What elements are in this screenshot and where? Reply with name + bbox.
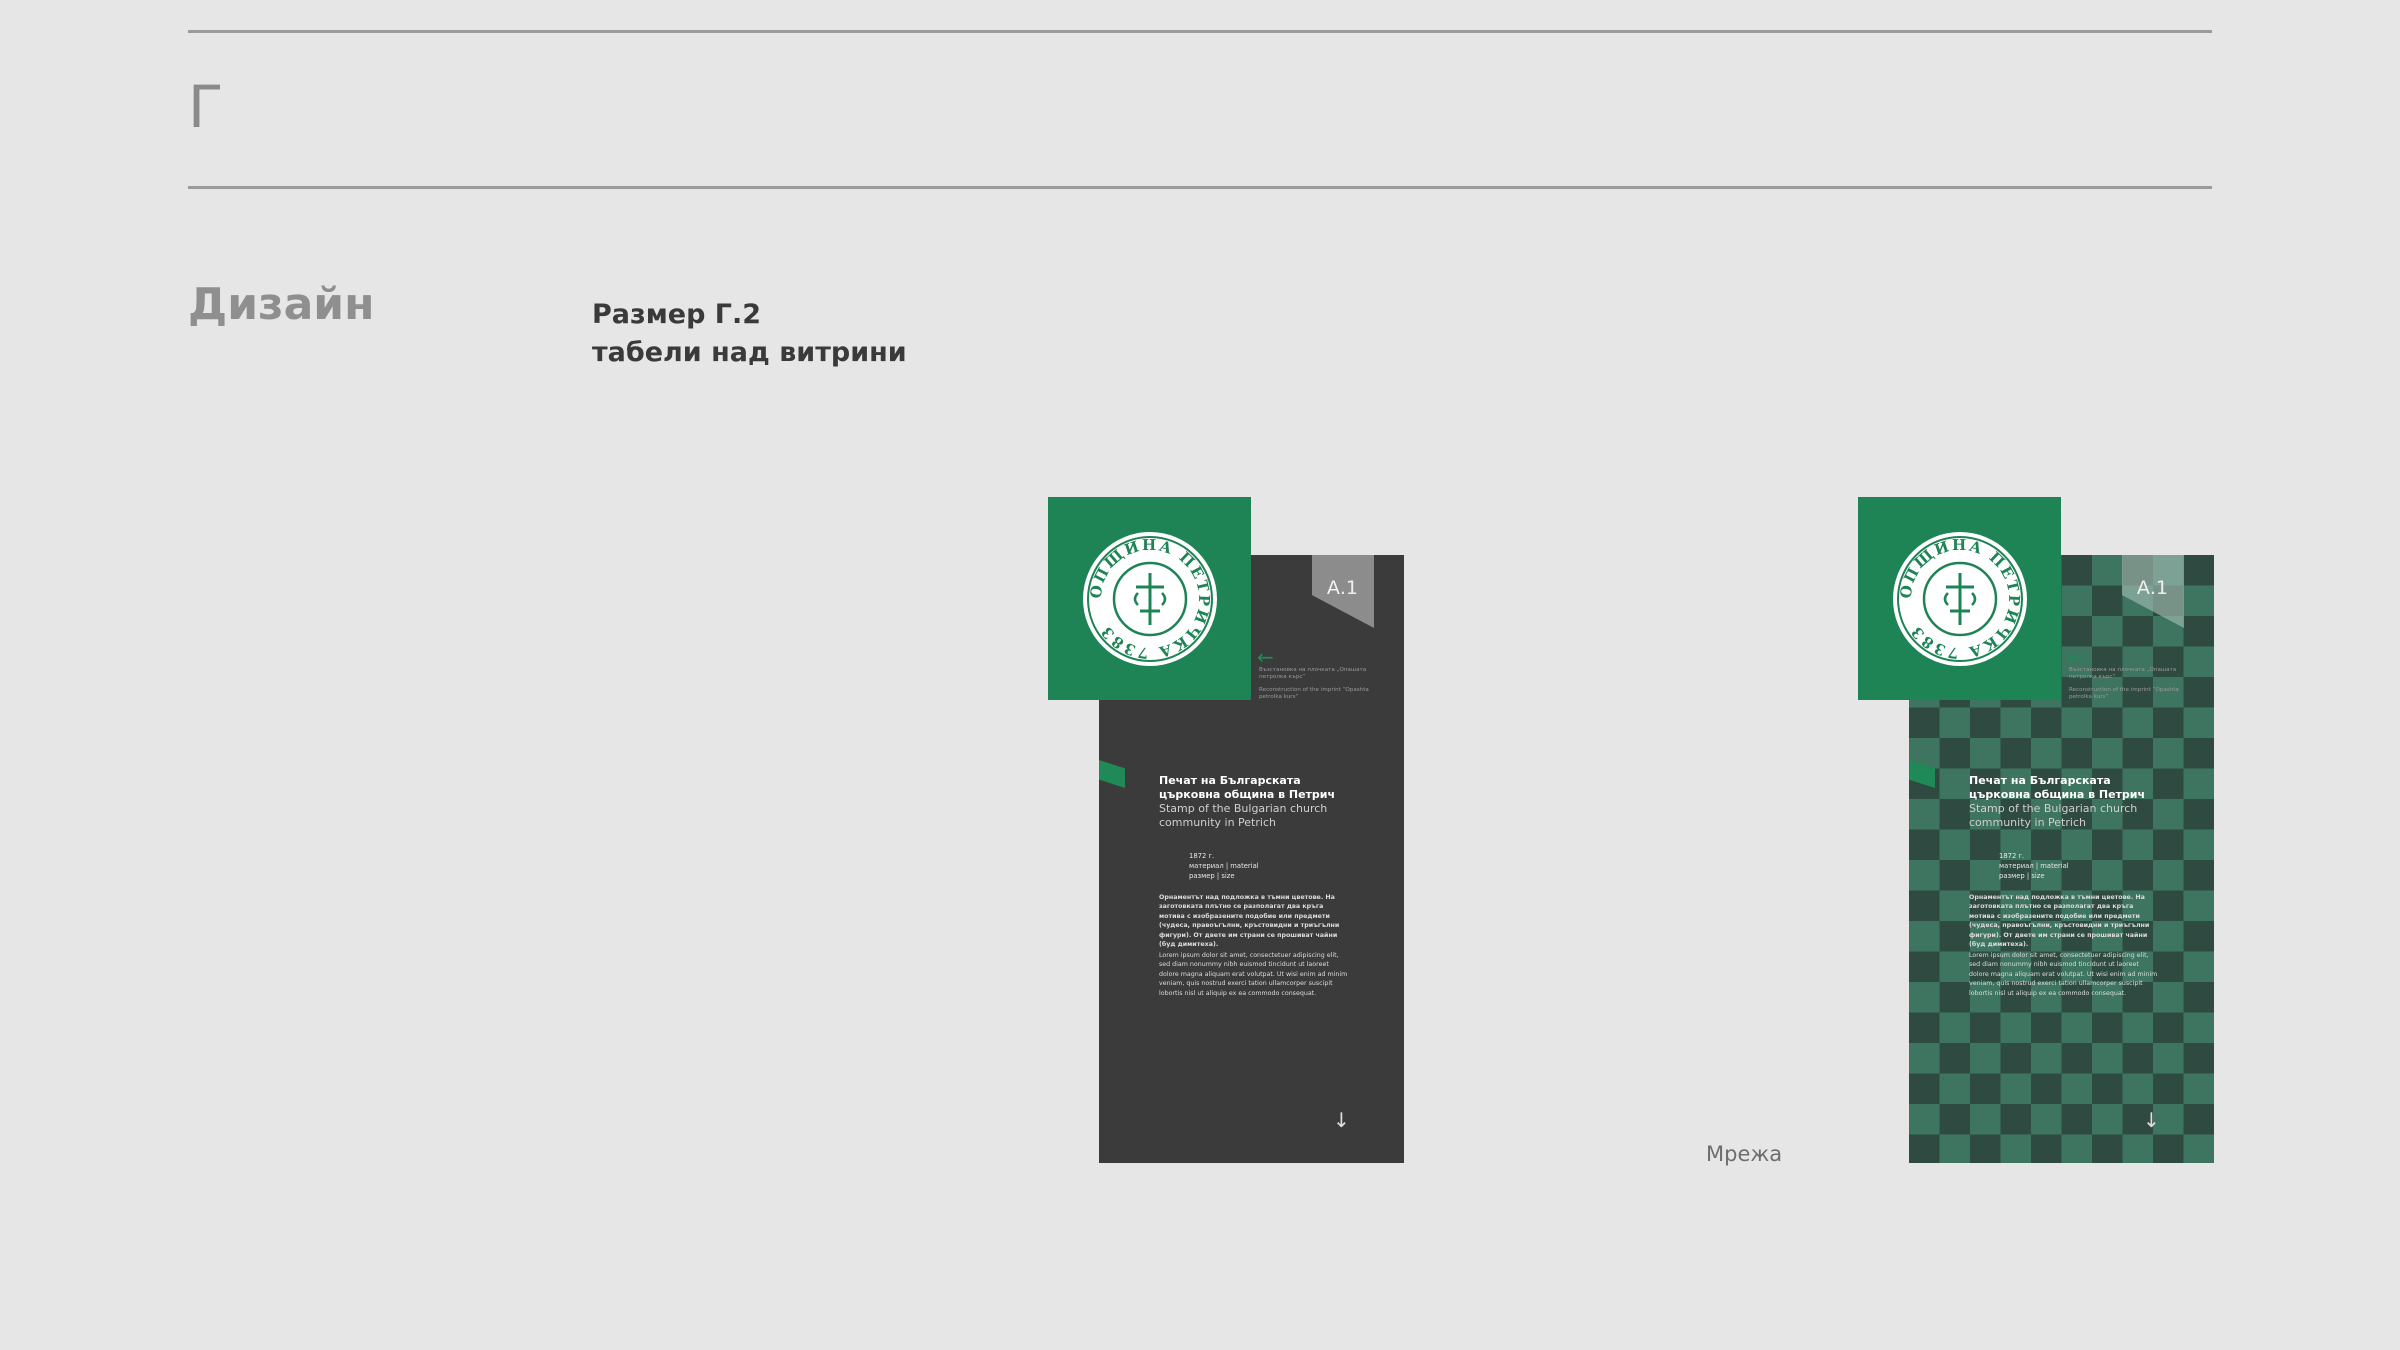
description-bg: Орнаментът над подложка в тъмни цветове.… [1159,894,1340,949]
meta-material: материал | material [1189,862,1259,870]
title-en-2: community in Petrich [1969,816,2086,829]
arrow-down-icon: ↓ [1333,1108,1350,1132]
arrow-down-icon: ↓ [2143,1108,2160,1132]
reconstruction-note: Възстановка на плочката „Опашата петролк… [1259,667,1389,707]
recon-en: Reconstruction of the imprint “Opashta p… [2069,687,2179,700]
arrow-left-icon: ← [1257,645,1274,669]
description-bg: Орнаментът над подложка в тъмни цветове.… [1969,894,2150,949]
exhibit-meta: 1872 г. материал | material размер | siz… [1189,851,1259,881]
arrow-left-icon: ← [2067,645,2084,669]
title-bg-1: Печат на Българската [1969,774,2111,787]
description-en: Lorem ipsum dolor sit amet, consectetuer… [1969,952,2158,997]
title-bg-1: Печат на Българската [1159,774,1301,787]
green-stripe [1909,760,1935,788]
meta-size: размер | size [1999,872,2045,880]
grid-variant-label: Мрежа [1706,1142,1783,1166]
subtitle-line-2: табели над витрини [592,337,907,368]
seal-card: ОПЩИНА ПЕТРИЧКА 7383 [1048,497,1251,700]
recon-bg: Възстановка на плочката „Опашата петролк… [1259,667,1367,680]
seal-emblem-icon: ОПЩИНА ПЕТРИЧКА 7383 [1082,531,1217,666]
title-en-1: Stamp of the Bulgarian church [1969,802,2138,815]
meta-size: размер | size [1189,872,1235,880]
meta-year: 1872 г. [1189,852,1215,860]
title-en-2: community in Petrich [1159,816,1276,829]
panel-tab-label: А.1 [2136,577,2168,599]
recon-en: Reconstruction of the imprint “Opashta p… [1259,687,1369,700]
section-name: Дизайн [188,279,375,330]
subtitle-line-1: Размер Г.2 [592,299,762,330]
title-en-1: Stamp of the Bulgarian church [1159,802,1328,815]
section-letter: Г [188,73,224,141]
reconstruction-note: Възстановка на плочката „Опашата петролк… [2069,667,2199,707]
exhibit-title: Печат на Българската църковна община в П… [1159,774,1379,830]
recon-bg: Възстановка на плочката „Опашата петролк… [2069,667,2177,680]
seal-emblem-icon: ОПЩИНА ПЕТРИЧКА 7383 [1892,531,2027,666]
exhibit-meta: 1872 г. материал | material размер | siz… [1999,851,2069,881]
header-rule [188,186,2212,189]
title-bg-2: църковна община в Петрич [1969,788,2146,801]
meta-material: материал | material [1999,862,2069,870]
meta-year: 1872 г. [1999,852,2025,860]
page-subtitle: Размер Г.2 табели над витрини [592,296,907,372]
green-stripe [1099,760,1125,788]
seal-card: ОПЩИНА ПЕТРИЧКА 7383 [1858,497,2061,700]
panel-tab-label: А.1 [1326,577,1358,599]
description-en: Lorem ipsum dolor sit amet, consectetuer… [1159,952,1348,997]
top-rule [188,30,2212,33]
exhibit-title: Печат на Българската църковна община в П… [1969,774,2189,830]
title-bg-2: църковна община в Петрич [1159,788,1336,801]
